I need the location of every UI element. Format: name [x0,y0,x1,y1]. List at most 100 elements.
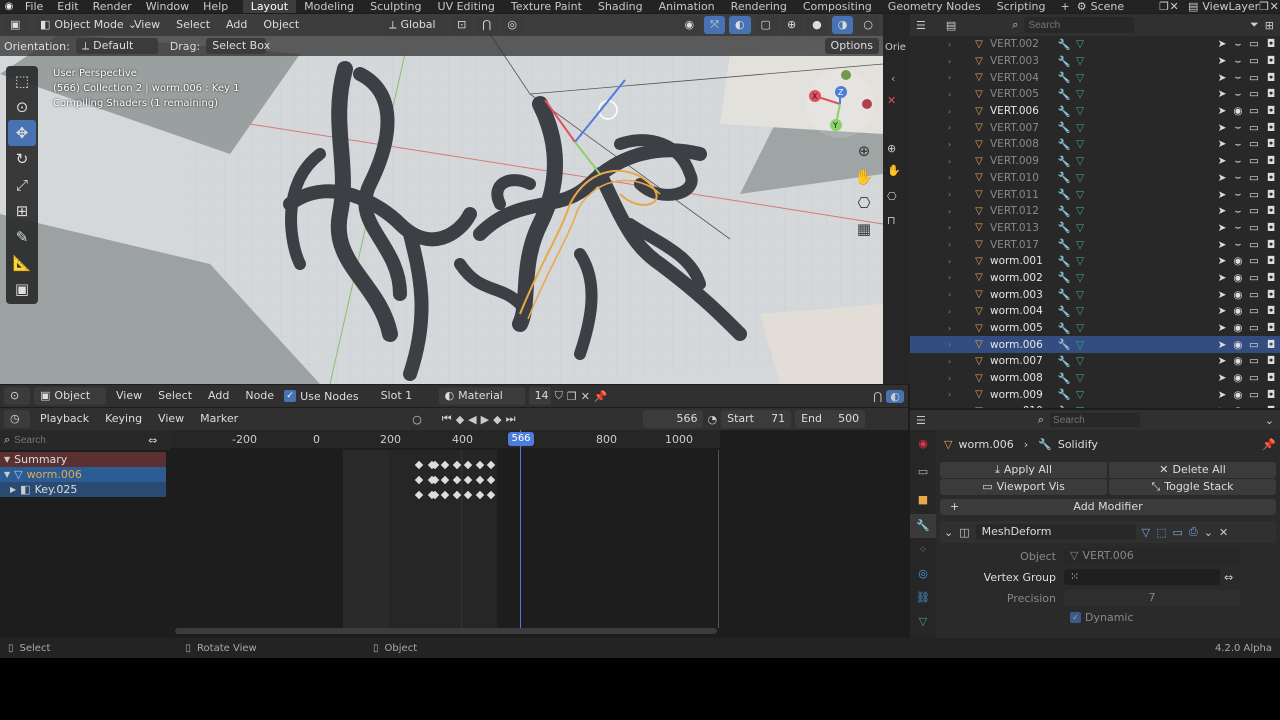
keyframe[interactable] [414,460,424,470]
mode-selector[interactable]: ◧ Object Mode ⌄ [34,16,137,34]
node-editor-type-button[interactable]: ⊙ [4,387,30,405]
monitor-icon[interactable]: ▭ [1246,289,1262,301]
expand-icon[interactable]: › [910,90,968,99]
outliner-search-input[interactable] [1024,17,1135,33]
outliner-item[interactable]: › ▽ worm.003 🔧 ▽ ➤ ◉ ▭ ◘ [910,286,1280,303]
camera-icon[interactable]: ◘ [1262,372,1280,384]
select-toggle-icon[interactable]: ➤ [1214,72,1230,84]
tab-texture-paint[interactable]: Texture Paint [503,0,590,13]
3d-viewport[interactable]: X Y Z ▣ ◧ Object Mode ⌄ View Select Add Ob… [0,14,883,384]
monitor-icon[interactable]: ▭ [1246,72,1262,84]
camera-icon[interactable]: ⎔ [887,190,897,203]
camera-icon[interactable]: ◘ [1262,322,1280,334]
shading-solid[interactable]: ● [806,16,828,34]
remove-modifier-icon[interactable]: ✕ [1219,526,1228,539]
viewlayer-new-icon[interactable]: ❐ [1259,0,1269,13]
monitor-icon[interactable]: ▭ [1246,355,1262,367]
monitor-icon[interactable]: ▭ [1246,105,1262,117]
edit-mode-toggle-icon[interactable]: ▽ [1142,526,1150,539]
keyframe[interactable] [486,460,496,470]
visibility-toggle[interactable]: ◉ [678,16,701,34]
keyframe[interactable] [452,490,462,500]
menu-window[interactable]: Window [139,0,196,13]
data-tab-icon[interactable]: ▽ [910,610,936,634]
pin-icon[interactable]: 📌 [1262,438,1276,451]
outliner-item[interactable]: › ▽ VERT.009 🔧 ▽ ➤ ⌣ ▭ ◘ [910,153,1280,170]
eye-icon[interactable]: ⌣ [1230,38,1246,51]
camera-icon[interactable]: ◘ [1262,55,1280,67]
unlink-material-icon[interactable]: ✕ [581,390,590,403]
outliner-item[interactable]: › ▽ worm.006 🔧 ▽ ➤ ◉ ▭ ◘ [910,336,1280,354]
shading-wireframe[interactable]: ⊕ [780,16,803,34]
properties-editor-icon[interactable]: ☰ [916,414,926,427]
tab-uv-editing[interactable]: UV Editing [430,0,503,13]
camera-icon[interactable]: ◘ [1262,72,1280,84]
node-menu-node[interactable]: Node [239,387,280,405]
expand-icon[interactable]: › [910,140,968,149]
eye-icon[interactable]: ◉ [1230,305,1246,317]
timeline-editor-type-button[interactable]: ◷ [4,410,30,428]
move-tool[interactable]: ✥ [8,120,36,146]
camera-icon[interactable]: ◘ [1262,305,1280,317]
playhead-line[interactable] [520,430,521,630]
chevron-down-icon[interactable]: ⌄ [944,526,953,539]
eye-icon[interactable]: ⌣ [1230,88,1246,101]
monitor-icon[interactable]: ▭ [1246,38,1262,50]
material-users-count[interactable]: 14 [528,387,551,405]
jump-end-icon[interactable]: ⏭ [506,412,516,426]
outliner-item[interactable]: › ▽ worm.007 🔧 ▽ ➤ ◉ ▭ ◘ [910,353,1280,370]
scene-delete-icon[interactable]: ✕ [1170,0,1180,13]
outliner-item[interactable]: ›▽worm.010🔧▽➤◉▭◘ [910,403,1280,408]
select-toggle-icon[interactable]: ➤ [1214,38,1230,50]
outliner-item[interactable]: › ▽ worm.002 🔧 ▽ ➤ ◉ ▭ ◘ [910,270,1280,287]
node-menu-select[interactable]: Select [152,387,198,405]
eye-icon[interactable]: ⌣ [1230,221,1246,234]
monitor-icon[interactable]: ▭ [1246,222,1262,234]
shading-rendered[interactable]: ○ [857,16,879,34]
viewport-menu-object[interactable]: Object [257,16,305,34]
node-menu-add[interactable]: Add [202,387,235,405]
camera-icon[interactable]: ◘ [1262,355,1280,367]
camera-view-button[interactable]: ⎔ [852,190,876,216]
viewport-menu-add[interactable]: Add [220,16,253,34]
chevron-down-icon[interactable]: ⌄ [1204,526,1213,539]
orientation-selector[interactable]: ⟂ Default [75,38,158,54]
start-frame-field[interactable]: Start 71 [721,410,792,428]
transform-orientation-selector[interactable]: ⟂ Global [383,16,448,34]
tab-modeling[interactable]: Modeling [296,0,362,13]
dopesheet-area[interactable]: -200 0 200 400 800 1000 566 [170,430,720,630]
monitor-icon[interactable]: ▭ [1246,322,1262,334]
eye-icon[interactable]: ◉ [1230,372,1246,384]
camera-icon[interactable]: ◘ [1262,88,1280,100]
keyframe[interactable] [475,460,485,470]
outliner-item[interactable]: › ▽ VERT.002 🔧 ▽ ➤ ⌣ ▭ ◘ [910,36,1280,53]
monitor-icon[interactable]: ▭ [1246,172,1262,184]
physics-tab-icon[interactable]: ◎ [910,562,936,586]
channel-search-input[interactable] [14,433,145,447]
display-mode-icon[interactable]: ▤ [946,19,956,32]
eye-icon[interactable]: ◉ [1230,355,1246,367]
eye-icon[interactable]: ⌣ [1230,238,1246,251]
tab-compositing[interactable]: Compositing [795,0,880,13]
expand-icon[interactable]: › [910,273,968,282]
menu-edit[interactable]: Edit [50,0,85,13]
outliner-item[interactable]: › ▽ VERT.013 🔧 ▽ ➤ ⌣ ▭ ◘ [910,220,1280,237]
monitor-icon[interactable]: ▭ [1246,122,1262,134]
expand-icon[interactable]: › [910,207,968,216]
monitor-icon[interactable]: ▭ [1246,339,1262,351]
viewlayer-selector[interactable]: ViewLayer [1202,0,1259,13]
menu-file[interactable]: File [18,0,50,13]
viewlayer-delete-icon[interactable]: ✕ [1270,0,1280,13]
swap-icon[interactable]: ⇔ [148,434,157,447]
expand-icon[interactable]: › [910,123,968,132]
eye-icon[interactable]: ◉ [1230,255,1246,267]
monitor-icon[interactable]: ▭ [1246,305,1262,317]
outliner-item[interactable]: › ▽ VERT.012 🔧 ▽ ➤ ⌣ ▭ ◘ [910,203,1280,220]
tab-shading[interactable]: Shading [590,0,651,13]
proportional-toggle[interactable]: ◎ [501,16,524,34]
outliner-item[interactable]: › ▽ VERT.005 🔧 ▽ ➤ ⌣ ▭ ◘ [910,86,1280,103]
eye-icon[interactable]: ⌣ [1230,71,1246,84]
select-toggle-icon[interactable]: ➤ [1214,155,1230,167]
monitor-icon[interactable]: ▭ [1246,155,1262,167]
keyframe[interactable] [475,475,485,485]
